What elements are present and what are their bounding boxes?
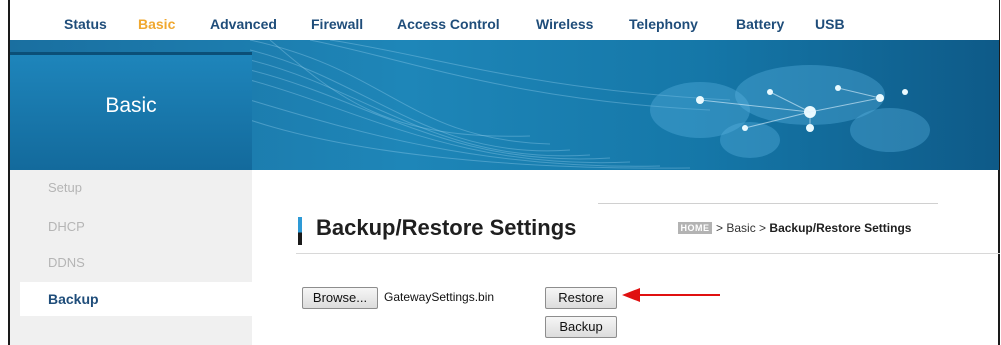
- page-title: Backup/Restore Settings: [316, 215, 577, 240]
- nav-item-wireless[interactable]: Wireless: [536, 16, 593, 32]
- title-accent-bar: [298, 217, 302, 245]
- sidebar-item-dhcp[interactable]: DHCP: [48, 219, 85, 234]
- nav-item-battery[interactable]: Battery: [736, 16, 784, 32]
- sidebar-item-setup[interactable]: Setup: [48, 180, 82, 195]
- nav-item-firewall[interactable]: Firewall: [311, 16, 363, 32]
- divider: [598, 203, 938, 204]
- nav-item-telephony[interactable]: Telephony: [629, 16, 698, 32]
- backup-button[interactable]: Backup: [545, 316, 617, 338]
- top-navigation: Status Basic Advanced Firewall Access Co…: [10, 0, 999, 40]
- divider: [296, 253, 1000, 254]
- nav-item-status[interactable]: Status: [64, 16, 107, 32]
- nav-item-usb[interactable]: USB: [815, 16, 845, 32]
- home-icon[interactable]: HOME: [678, 222, 712, 234]
- breadcrumb-current: Backup/Restore Settings: [769, 221, 912, 235]
- breadcrumb: > Basic > Backup/Restore Settings: [716, 221, 911, 235]
- annotation-arrow-icon: [622, 288, 720, 302]
- sidebar-item-backup[interactable]: Backup: [20, 282, 252, 316]
- restore-button[interactable]: Restore: [545, 287, 617, 309]
- nav-item-access-control[interactable]: Access Control: [397, 16, 500, 32]
- section-title: Basic: [105, 94, 157, 117]
- breadcrumb-separator: >: [759, 221, 767, 235]
- selected-file-name: GatewaySettings.bin: [384, 290, 495, 304]
- breadcrumb-parent[interactable]: Basic: [726, 221, 755, 235]
- browse-button[interactable]: Browse...: [302, 287, 378, 309]
- section-header-box: Basic: [10, 52, 252, 170]
- nav-item-advanced[interactable]: Advanced: [210, 16, 277, 32]
- nav-item-basic[interactable]: Basic: [138, 16, 175, 32]
- sidebar-item-ddns[interactable]: DDNS: [48, 255, 85, 270]
- sidebar: Setup DHCP DDNS Backup: [10, 170, 252, 345]
- breadcrumb-separator: >: [716, 221, 724, 235]
